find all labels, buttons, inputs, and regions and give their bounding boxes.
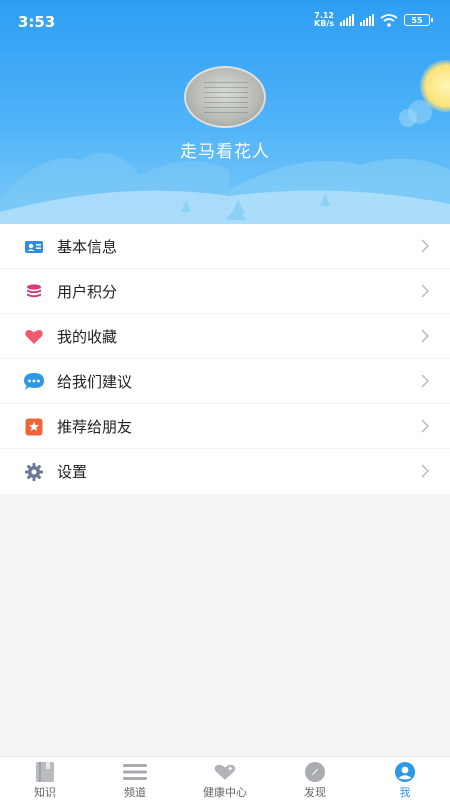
menu-item-label: 用户积分 <box>57 283 118 301</box>
tab-knowledge[interactable]: 知识 <box>0 757 90 800</box>
bottom-tab-bar: 知识 频道 健康中心 发现 我 <box>0 756 450 800</box>
profile-header: 3:53 7.12 KB/s 55 走马看花人 <box>0 0 450 224</box>
profile-menu: 基本信息 用户积分 我的收藏 给我们建议 推荐给朋友 设置 <box>0 224 450 494</box>
menu-item-favorites[interactable]: 我的收藏 <box>0 314 450 359</box>
heart-icon <box>23 326 45 348</box>
wifi-icon <box>380 13 398 27</box>
tab-label: 发现 <box>304 786 326 799</box>
avatar[interactable] <box>184 66 266 128</box>
menu-item-label: 我的收藏 <box>57 328 118 346</box>
compass-icon <box>302 761 328 783</box>
user-icon <box>392 761 418 783</box>
menu-lines-icon <box>122 761 148 783</box>
battery-level: 55 <box>411 15 423 25</box>
menu-item-label: 给我们建议 <box>57 373 133 391</box>
battery-icon: 55 <box>404 14 433 26</box>
tab-discover[interactable]: 发现 <box>270 757 360 800</box>
username[interactable]: 走马看花人 <box>0 137 450 162</box>
chevron-right-icon <box>421 374 429 388</box>
tab-me[interactable]: 我 <box>360 757 450 800</box>
chevron-right-icon <box>421 419 429 433</box>
book-icon <box>32 761 58 783</box>
menu-item-label: 基本信息 <box>57 238 118 256</box>
heart-plus-icon <box>212 761 238 783</box>
status-time: 3:53 <box>18 13 56 31</box>
menu-item-user-points[interactable]: 用户积分 <box>0 269 450 314</box>
menu-item-feedback[interactable]: 给我们建议 <box>0 359 450 404</box>
coin-stack-icon <box>23 281 45 303</box>
tab-label: 知识 <box>34 786 56 799</box>
tab-label: 我 <box>399 786 411 799</box>
tab-channels[interactable]: 频道 <box>90 757 180 800</box>
menu-item-label: 推荐给朋友 <box>57 418 133 436</box>
network-speed: 7.12 KB/s <box>314 12 334 28</box>
menu-item-recommend[interactable]: 推荐给朋友 <box>0 404 450 449</box>
menu-item-settings[interactable]: 设置 <box>0 449 450 494</box>
tab-label: 健康中心 <box>203 786 247 799</box>
chat-bubble-icon <box>23 371 45 393</box>
tab-label: 频道 <box>124 786 146 799</box>
avatar-image <box>204 82 248 116</box>
signal-icon <box>340 14 354 26</box>
tab-health-center[interactable]: 健康中心 <box>180 757 270 800</box>
network-speed-unit: KB/s <box>314 19 334 28</box>
chevron-right-icon <box>421 284 429 298</box>
status-icons: 7.12 KB/s 55 <box>314 12 433 28</box>
chevron-right-icon <box>421 329 429 343</box>
status-bar: 3:53 7.12 KB/s 55 <box>0 0 450 42</box>
star-badge-icon <box>23 416 45 438</box>
gear-icon <box>23 461 45 483</box>
menu-item-basic-info[interactable]: 基本信息 <box>0 224 450 269</box>
chevron-right-icon <box>421 464 429 478</box>
chevron-right-icon <box>421 239 429 253</box>
signal-icon-2 <box>360 14 374 26</box>
menu-item-label: 设置 <box>57 463 88 481</box>
id-card-icon <box>23 236 45 258</box>
